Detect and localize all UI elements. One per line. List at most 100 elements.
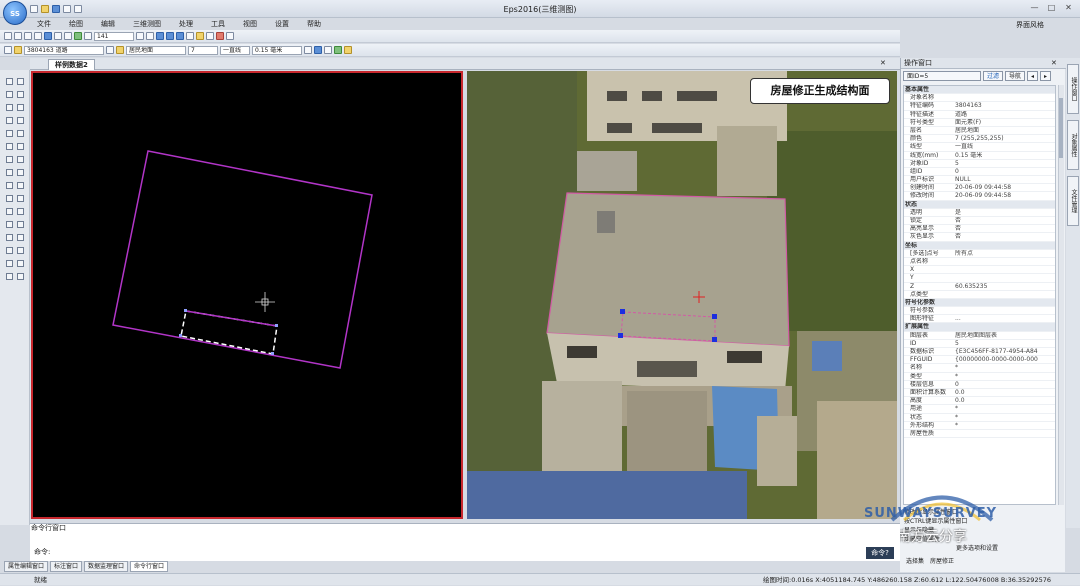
measure-icon[interactable]: [84, 32, 92, 40]
property-value[interactable]: [952, 430, 1055, 437]
code-select[interactable]: 3804163 道路: [24, 45, 104, 55]
menu-draw[interactable]: 绘图: [60, 18, 92, 30]
3d-view-icon[interactable]: [186, 32, 194, 40]
trim-tool-icon[interactable]: [6, 156, 13, 163]
polygon-select-icon[interactable]: [176, 32, 184, 40]
tab-annotation[interactable]: 标注窗口: [50, 561, 83, 572]
house-tool-icon[interactable]: [6, 273, 13, 280]
bulb-icon[interactable]: [116, 46, 124, 54]
snap-icon[interactable]: [146, 32, 154, 40]
join-tool-icon[interactable]: [17, 182, 24, 189]
layout-style-menu[interactable]: 界面风格: [1016, 20, 1044, 30]
property-row[interactable]: X: [904, 266, 1055, 275]
spline-tool-icon[interactable]: [17, 247, 24, 254]
point-tool-icon[interactable]: [6, 78, 13, 85]
circle-tool-icon[interactable]: [17, 104, 24, 111]
property-row[interactable]: 对象名称: [904, 94, 1055, 103]
navigate-button[interactable]: 导航: [1005, 71, 1026, 81]
property-row[interactable]: Y: [904, 274, 1055, 283]
open-folder-icon[interactable]: [41, 5, 49, 13]
redo-icon[interactable]: [14, 32, 22, 40]
property-value[interactable]: 3804163: [952, 102, 1055, 109]
property-row[interactable]: 灰色显示 否: [904, 233, 1055, 242]
color-select[interactable]: 7: [188, 45, 218, 55]
vertex-handle[interactable]: [275, 324, 278, 327]
property-value[interactable]: 5: [952, 340, 1055, 347]
arc-tool-icon[interactable]: [17, 91, 24, 98]
undo-icon[interactable]: [74, 5, 82, 13]
property-value[interactable]: 否: [952, 225, 1055, 232]
property-row[interactable]: 图层表 居民地面图层表: [904, 332, 1055, 340]
window-select-icon[interactable]: [166, 32, 174, 40]
property-value[interactable]: [952, 94, 1055, 101]
polyline-tool-icon[interactable]: [6, 91, 13, 98]
vertex-handle[interactable]: [179, 334, 182, 337]
linewidth-select[interactable]: 0.15 毫米: [252, 45, 302, 55]
photo-icon[interactable]: [196, 32, 204, 40]
property-value[interactable]: [984, 323, 1055, 330]
property-value[interactable]: 60.635235: [952, 283, 1055, 290]
menu-help[interactable]: 帮助: [298, 18, 330, 30]
menu-file[interactable]: 文件: [28, 18, 60, 30]
photo-vertex-handle[interactable]: [618, 333, 623, 338]
property-row[interactable]: 透明 是: [904, 209, 1055, 217]
zoom-in-icon[interactable]: [24, 32, 32, 40]
break-tool-icon[interactable]: [17, 169, 24, 176]
panel-close-icon[interactable]: ✕: [1051, 59, 1057, 67]
property-value[interactable]: 道路: [952, 111, 1055, 118]
property-value[interactable]: 0: [952, 381, 1055, 388]
property-value[interactable]: 居民地面: [952, 127, 1055, 134]
property-section[interactable]: 坐标: [904, 241, 1055, 250]
close-button[interactable]: ✕: [1064, 3, 1073, 12]
side-tab-operation[interactable]: 操作窗口: [1067, 64, 1079, 114]
photo-vertex-handle[interactable]: [620, 309, 625, 314]
paint-icon[interactable]: [344, 46, 352, 54]
move-tool-icon[interactable]: [6, 130, 13, 137]
hatch-tool-icon[interactable]: [6, 234, 13, 241]
rotate-tool-icon[interactable]: [17, 130, 24, 137]
property-row[interactable]: 线宽(mm) 0.15 毫米: [904, 152, 1055, 160]
property-value[interactable]: *: [952, 364, 1055, 371]
undo-icon[interactable]: [4, 32, 12, 40]
property-value[interactable]: ...: [952, 315, 1055, 322]
property-value[interactable]: 7 (255,255,255): [952, 135, 1055, 142]
maximize-button[interactable]: □: [1047, 3, 1056, 12]
tab-attr-edit[interactable]: 属性编辑窗口: [4, 561, 49, 572]
property-value[interactable]: 5: [952, 160, 1055, 167]
command-window[interactable]: [30, 523, 900, 561]
cad-viewport[interactable]: [31, 71, 463, 519]
polygon-tool-icon[interactable]: [6, 117, 13, 124]
linetype-select[interactable]: 一直线: [220, 45, 250, 55]
scroll-thumb[interactable]: [1059, 98, 1063, 158]
property-row[interactable]: 房屋性质: [904, 430, 1055, 439]
property-value[interactable]: 20-06-09 09:44:58: [952, 184, 1055, 191]
tab-house-correction[interactable]: 房屋修正: [930, 557, 954, 566]
line-tool-icon[interactable]: [17, 78, 24, 85]
attribute-icon[interactable]: [304, 46, 312, 54]
fillet-tool-icon[interactable]: [17, 195, 24, 202]
stop-icon[interactable]: [216, 32, 224, 40]
property-row[interactable]: 对象ID 5: [904, 160, 1055, 168]
mirror-tool-icon[interactable]: [17, 143, 24, 150]
property-value[interactable]: 20-06-09 09:44:58: [952, 192, 1055, 199]
snap-tool-icon[interactable]: [6, 260, 13, 267]
property-value[interactable]: 面元素(F): [952, 119, 1055, 126]
tab-command-line[interactable]: 命令行窗口: [130, 561, 169, 572]
layer-icon[interactable]: [74, 32, 82, 40]
property-row[interactable]: 点名称: [904, 258, 1055, 267]
property-row[interactable]: 高度 0.0: [904, 397, 1055, 406]
property-section[interactable]: 扩展属性: [904, 323, 1055, 332]
property-value[interactable]: 居民地面图层表: [952, 332, 1055, 339]
property-section[interactable]: 状态: [904, 200, 1055, 209]
document-tab[interactable]: 样例数据2: [48, 59, 95, 70]
building-outline[interactable]: [112, 150, 373, 369]
property-section[interactable]: 符号化参数: [904, 298, 1055, 308]
save-icon[interactable]: [52, 5, 60, 13]
close-doc-icon[interactable]: ✕: [880, 59, 886, 67]
property-row[interactable]: 特征编码 3804163: [904, 102, 1055, 111]
property-value[interactable]: 是: [952, 209, 1055, 216]
property-value[interactable]: [952, 258, 1055, 265]
property-row[interactable]: 名称 *: [904, 364, 1055, 373]
refresh-icon[interactable]: [64, 32, 72, 40]
ortho-tool-icon[interactable]: [17, 260, 24, 267]
